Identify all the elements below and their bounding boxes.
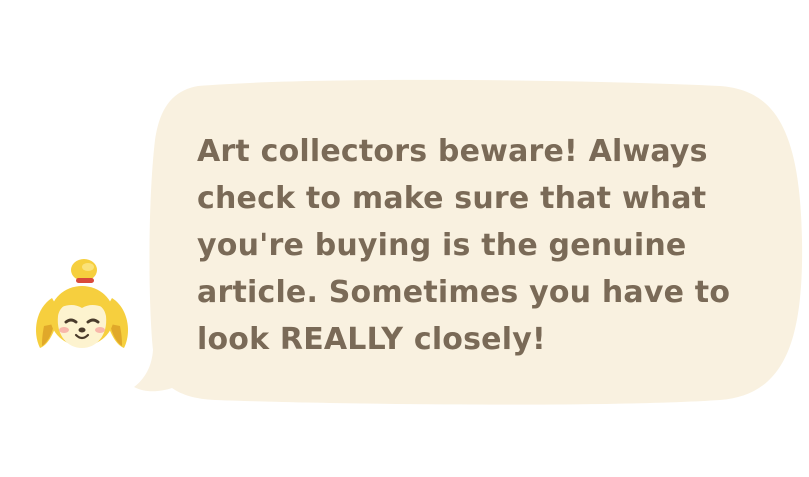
dialog-message: Art collectors beware! Always check to m…: [197, 134, 731, 357]
dog-character-icon: [36, 259, 128, 348]
dialog-scene: Art collectors beware! Always check to m…: [0, 0, 809, 477]
